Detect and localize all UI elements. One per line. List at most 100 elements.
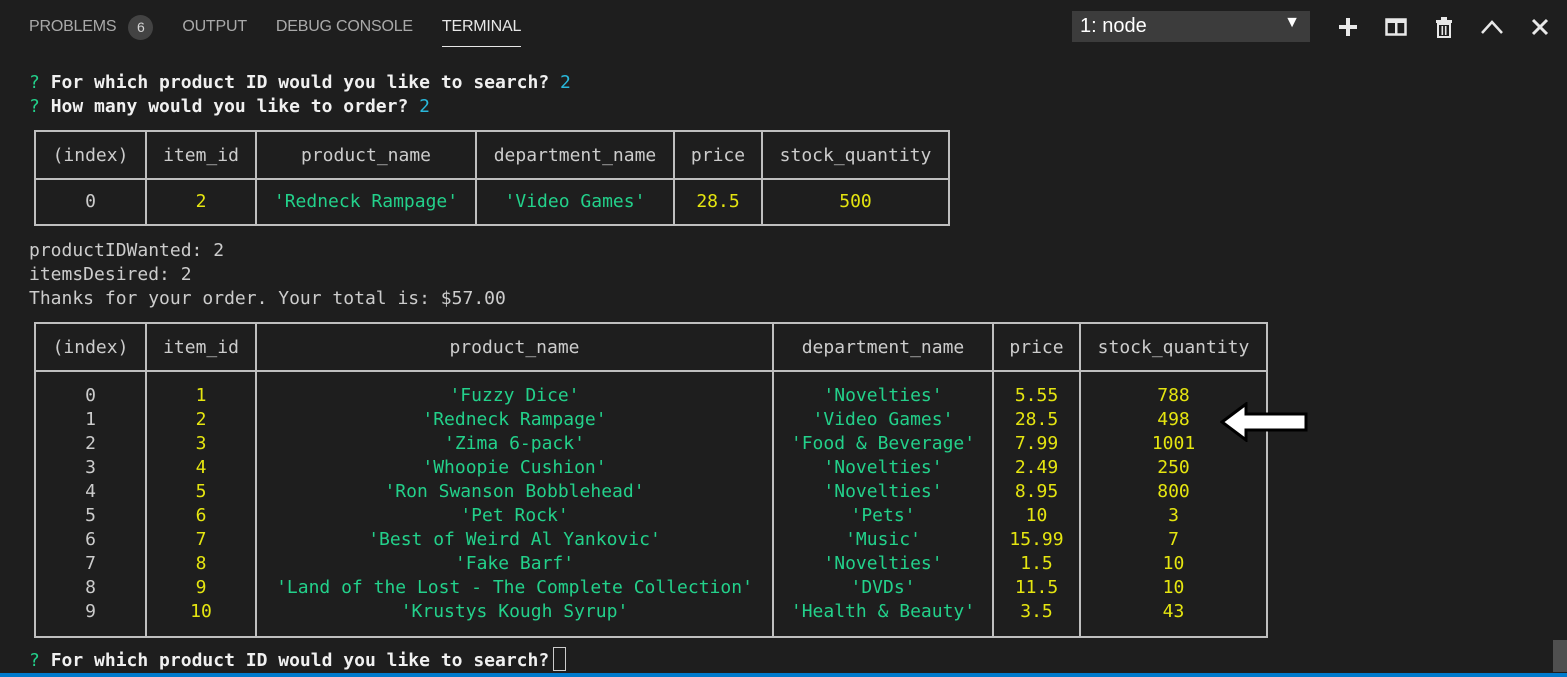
column-header: item_id (145, 131, 257, 180)
cell-index: 9 (34, 600, 147, 637)
tab-problems-label: PROBLEMS (29, 18, 117, 35)
column-header: product_name (255, 323, 774, 372)
plus-icon (1339, 18, 1357, 36)
terminal-select[interactable]: 1: node ▼ (1072, 11, 1310, 42)
cell-stock-quantity: 250 (1079, 456, 1268, 480)
left-arrow-icon (1220, 402, 1308, 442)
terminal-cursor[interactable] (553, 647, 567, 671)
cell-price: 7.99 (992, 432, 1081, 456)
cell-department-name: 'Pets' (772, 504, 994, 528)
cell-item-id: 1 (145, 371, 257, 408)
tab-terminal[interactable]: TERMINAL (441, 13, 522, 47)
log-line: Thanks for your order. Your total is: $5… (29, 288, 506, 309)
prompt-question: For which product ID would you like to s… (50, 72, 550, 93)
cell-index: 0 (34, 371, 147, 408)
cell-item-id: 9 (145, 576, 257, 600)
table-row: 9 10 'Krustys Kough Syrup' 'Health & Beauty… (34, 600, 1268, 637)
table-row: 8 9 'Land of the Lost - The Complete Colle… (34, 576, 1268, 600)
cell-product-name: 'Best of Weird Al Yankovic' (255, 528, 774, 552)
cell-product-name: 'Redneck Rampage' (255, 408, 774, 432)
cell-product-name: 'Zima 6-pack' (255, 432, 774, 456)
cell-index: 1 (34, 408, 147, 432)
search-prompt-line: ? For which product ID would you like to… (29, 71, 571, 95)
cell-price: 1.5 (992, 552, 1081, 576)
table-row: 7 8 'Fake Barf' 'Novelties' 1.5 10 (34, 552, 1268, 576)
inventory-table-body: 0 1 'Fuzzy Dice' 'Novelties' 5.55 788 1 2 'Redne… (34, 371, 1268, 637)
table-row: 5 6 'Pet Rock' 'Pets' 10 3 (34, 504, 1268, 528)
column-header: stock_quantity (761, 131, 950, 180)
cell-department-name: 'Novelties' (772, 480, 994, 504)
prompt-question: For which product ID would you like to s… (50, 650, 550, 671)
cell-stock-quantity: 43 (1079, 600, 1268, 637)
search-prompt-line: ? For which product ID would you like to… (29, 647, 567, 673)
cell-item-id: 6 (145, 504, 257, 528)
cell-stock-quantity: 10 (1079, 552, 1268, 576)
cell-item-id: 4 (145, 456, 257, 480)
split-terminal-icon (1385, 18, 1407, 36)
cell-product-name: 'Fake Barf' (255, 552, 774, 576)
cell-product-name: 'Pet Rock' (255, 504, 774, 528)
column-header: price (992, 323, 1081, 372)
tab-debug-console[interactable]: DEBUG CONSOLE (276, 13, 413, 41)
split-terminal-button[interactable] (1382, 12, 1410, 42)
cell-item-id: 5 (145, 480, 257, 504)
table-row: 1 2 'Redneck Rampage' 'Video Games' 28.5 498 (34, 408, 1268, 432)
table-row: 0 2 'Redneck Rampage' 'Video Games' 28.5… (34, 179, 950, 225)
cell-product-name: 'Whoopie Cushion' (255, 456, 774, 480)
panel-tabs: PROBLEMS 6 OUTPUT DEBUG CONSOLE TERMINAL (29, 13, 550, 47)
column-header: stock_quantity (1079, 323, 1268, 372)
cell-index: 3 (34, 456, 147, 480)
table-row: 3 4 'Whoopie Cushion' 'Novelties' 2.49 250 (34, 456, 1268, 480)
cell-price: 5.55 (992, 371, 1081, 408)
kill-terminal-button[interactable] (1430, 12, 1458, 42)
table-row: 2 3 'Zima 6-pack' 'Food & Beverage' 7.99 1001 (34, 432, 1268, 456)
inventory-table: (index) item_id product_name department_… (34, 322, 1268, 638)
prompt-marker: ? (29, 72, 40, 93)
column-header: product_name (255, 131, 477, 180)
problems-count-badge: 6 (128, 14, 154, 40)
column-header: (index) (34, 323, 147, 372)
column-header: (index) (34, 131, 147, 180)
cell-product-name: 'Redneck Rampage' (255, 179, 477, 225)
tab-output-label: OUTPUT (182, 18, 247, 35)
cell-department-name: 'Novelties' (772, 456, 994, 480)
new-terminal-button[interactable] (1334, 12, 1362, 42)
cell-price: 3.5 (992, 600, 1081, 637)
cell-price: 11.5 (992, 576, 1081, 600)
column-header: price (673, 131, 763, 180)
prompt-marker: ? (29, 650, 40, 671)
cell-product-name: 'Ron Swanson Bobblehead' (255, 480, 774, 504)
cell-item-id: 7 (145, 528, 257, 552)
prompt-answer: 2 (560, 72, 571, 93)
cell-department-name: 'Health & Beauty' (772, 600, 994, 637)
column-header: item_id (145, 323, 257, 372)
table-row: 6 7 'Best of Weird Al Yankovic' 'Music' 15.9… (34, 528, 1268, 552)
cell-stock-quantity: 800 (1079, 480, 1268, 504)
cell-product-name: 'Krustys Kough Syrup' (255, 600, 774, 637)
cell-item-id: 8 (145, 552, 257, 576)
cell-item-id: 2 (145, 179, 257, 225)
cell-price: 28.5 (673, 179, 763, 225)
tab-output[interactable]: OUTPUT (182, 13, 247, 41)
log-line: itemsDesired: 2 (29, 264, 192, 285)
cell-index: 4 (34, 480, 147, 504)
tab-terminal-label: TERMINAL (441, 18, 522, 35)
cell-price: 10 (992, 504, 1081, 528)
dropdown-arrow-icon: ▼ (1284, 14, 1300, 31)
column-header: department_name (475, 131, 675, 180)
terminal-scrollbar[interactable] (1553, 640, 1567, 672)
tab-debug-console-label: DEBUG CONSOLE (275, 18, 413, 35)
cell-department-name: 'Video Games' (475, 179, 675, 225)
panel-header: PROBLEMS 6 OUTPUT DEBUG CONSOLE TERMINAL… (0, 0, 1567, 55)
close-panel-button[interactable] (1526, 12, 1554, 42)
cell-index: 7 (34, 552, 147, 576)
cell-item-id: 10 (145, 600, 257, 637)
trash-icon (1436, 17, 1452, 38)
cell-price: 15.99 (992, 528, 1081, 552)
table-row: 4 5 'Ron Swanson Bobblehead' 'Novelties' 8.9… (34, 480, 1268, 504)
tab-problems[interactable]: PROBLEMS 6 (29, 13, 154, 41)
maximize-panel-button[interactable] (1478, 12, 1506, 42)
cell-index: 0 (34, 179, 147, 225)
cell-price: 28.5 (992, 408, 1081, 432)
prompt-answer: 2 (419, 96, 430, 117)
